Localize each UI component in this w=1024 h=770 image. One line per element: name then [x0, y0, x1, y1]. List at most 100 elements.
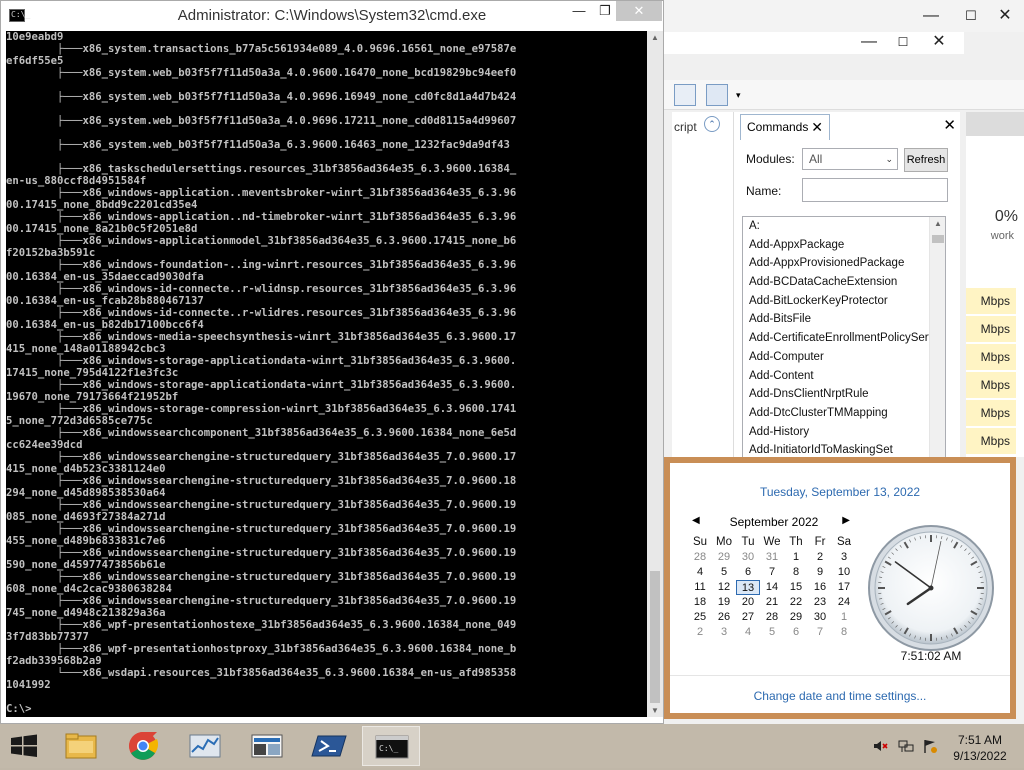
speaker-muted-icon[interactable]	[872, 738, 888, 754]
command-list-item[interactable]: Add-BCDataCacheExtension	[743, 273, 945, 292]
calendar-day[interactable]: 6	[784, 625, 808, 640]
scrollbar-thumb[interactable]	[932, 235, 944, 243]
close-button[interactable]: ✕	[616, 1, 662, 21]
calendar-day[interactable]: 4	[688, 565, 712, 580]
inner-maximize-button[interactable]: ☐	[888, 30, 918, 54]
chrome-taskbar-button[interactable]	[114, 726, 172, 766]
calendar-day[interactable]: 16	[808, 580, 832, 595]
calendar-day[interactable]: 2	[808, 550, 832, 565]
console-scrollbar[interactable]: ▲ ▼	[647, 31, 663, 717]
calendar-day[interactable]: 10	[832, 565, 856, 580]
calendar-day[interactable]: 28	[760, 610, 784, 625]
previous-month-icon[interactable]: ◀	[692, 515, 700, 526]
calendar-day[interactable]: 7	[808, 625, 832, 640]
calendar-day[interactable]: 2	[688, 625, 712, 640]
calendar-day[interactable]: 18	[688, 595, 712, 610]
inner-minimize-button[interactable]: —	[854, 30, 884, 54]
commands-list-scrollbar[interactable]: ▲	[929, 217, 945, 457]
command-list-item[interactable]: Add-InitiatorIdToMaskingSet	[743, 441, 945, 457]
collapse-chevron-icon[interactable]: ⌃	[704, 116, 720, 132]
calendar-day[interactable]: 15	[784, 580, 808, 595]
calendar-day[interactable]: 12	[712, 580, 736, 595]
calendar-day[interactable]: 5	[712, 565, 736, 580]
calendar-day[interactable]: 11	[688, 580, 712, 595]
command-list-item[interactable]: Add-AppxPackage	[743, 236, 945, 255]
close-button[interactable]: ✕	[990, 4, 1020, 28]
command-list-item[interactable]: Add-AppxProvisionedPackage	[743, 254, 945, 273]
calendar-day[interactable]: 20	[736, 595, 760, 610]
command-list-item[interactable]: Add-Content	[743, 367, 945, 386]
file-explorer-taskbar-button[interactable]	[52, 726, 110, 766]
calendar-day[interactable]: 4	[736, 625, 760, 640]
calendar-day[interactable]: 27	[736, 610, 760, 625]
minimize-button[interactable]: —	[916, 4, 946, 28]
server-manager-taskbar-button[interactable]	[238, 726, 296, 766]
action-center-flag-icon[interactable]	[922, 738, 938, 754]
calendar-day[interactable]: 5	[760, 625, 784, 640]
calendar-day[interactable]: 7	[760, 565, 784, 580]
calendar-day[interactable]: 30	[808, 610, 832, 625]
close-pane-icon[interactable]: ✕	[943, 116, 956, 134]
scroll-up-icon[interactable]: ▲	[651, 33, 659, 42]
change-date-time-settings-link[interactable]: Change date and time settings...	[670, 689, 1010, 703]
calendar-day[interactable]: 25	[688, 610, 712, 625]
commands-list[interactable]: A:Add-AppxPackageAdd-AppxProvisionedPack…	[742, 216, 946, 457]
calendar-day[interactable]: 3	[712, 625, 736, 640]
toolbar-pane-icon[interactable]	[674, 84, 696, 106]
calendar-day[interactable]: 8	[832, 625, 856, 640]
calendar-day[interactable]: 31	[760, 550, 784, 565]
calendar-day[interactable]: 28	[688, 550, 712, 565]
scroll-down-icon[interactable]: ▼	[651, 706, 659, 715]
calendar-day[interactable]: 30	[736, 550, 760, 565]
inner-close-button[interactable]: ✕	[924, 30, 954, 54]
calendar-day-today[interactable]: 13	[736, 580, 760, 595]
calendar-day[interactable]: 24	[832, 595, 856, 610]
calendar-day[interactable]: 29	[712, 550, 736, 565]
command-prompt-taskbar-button[interactable]: C:\_	[362, 726, 420, 766]
next-month-icon[interactable]: ▶	[842, 515, 850, 526]
calendar-day[interactable]: 6	[736, 565, 760, 580]
command-list-item[interactable]: Add-BitLockerKeyProtector	[743, 292, 945, 311]
close-tab-icon[interactable]: ✕	[811, 115, 823, 139]
scrollbar-thumb[interactable]	[650, 571, 660, 703]
refresh-button[interactable]: Refresh	[904, 148, 948, 172]
calendar-day[interactable]: 23	[808, 595, 832, 610]
tray-clock[interactable]: 7:51 AM 9/13/2022	[940, 732, 1020, 764]
calendar-day[interactable]: 8	[784, 565, 808, 580]
tab-script[interactable]: cript	[672, 116, 732, 138]
powershell-taskbar-button[interactable]	[300, 726, 358, 766]
calendar-day[interactable]: 1	[832, 610, 856, 625]
command-list-item[interactable]: A:	[743, 217, 945, 236]
long-date-link[interactable]: Tuesday, September 13, 2022	[670, 485, 1010, 499]
scroll-up-icon[interactable]: ▲	[934, 219, 942, 228]
calendar-day[interactable]: 29	[784, 610, 808, 625]
modules-select[interactable]: All ⌄	[802, 148, 898, 170]
performance-monitor-taskbar-button[interactable]	[176, 726, 234, 766]
calendar-day[interactable]: 26	[712, 610, 736, 625]
calendar-day[interactable]: 14	[760, 580, 784, 595]
command-list-item[interactable]: Add-DnsClientNrptRule	[743, 385, 945, 404]
network-icon[interactable]	[898, 738, 914, 754]
calendar-day[interactable]: 1	[784, 550, 808, 565]
calendar-day[interactable]: 22	[784, 595, 808, 610]
toolbar-overflow-icon[interactable]: ▾	[736, 90, 741, 101]
console-output[interactable]: 10e9eabd9 ├───x86_system.transactions_b7…	[6, 31, 647, 717]
tab-commands[interactable]: Commands ✕	[740, 114, 830, 140]
calendar-day[interactable]: 9	[808, 565, 832, 580]
command-list-item[interactable]: Add-DtcClusterTMMapping	[743, 404, 945, 423]
command-list-item[interactable]: Add-BitsFile	[743, 310, 945, 329]
name-input[interactable]	[802, 178, 948, 202]
command-list-item[interactable]: Add-CertificateEnrollmentPolicyServe	[743, 329, 945, 348]
calendar-day[interactable]: 21	[760, 595, 784, 610]
command-list-item[interactable]: Add-Computer	[743, 348, 945, 367]
calendar-day[interactable]: 3	[832, 550, 856, 565]
month-title[interactable]: September 2022	[730, 515, 819, 529]
maximize-button[interactable]: ☐	[956, 4, 986, 28]
command-list-item[interactable]: Add-History	[743, 423, 945, 442]
cmd-titlebar[interactable]: C:\_ Administrator: C:\Windows\System32\…	[1, 1, 663, 31]
toolbar-show-pane-icon[interactable]	[706, 84, 728, 106]
console-line: ├───x86_system.web_b03f5f7f11d50a3a_4.0.…	[6, 91, 647, 103]
calendar-day[interactable]: 17	[832, 580, 856, 595]
start-button[interactable]	[0, 726, 48, 766]
calendar-day[interactable]: 19	[712, 595, 736, 610]
